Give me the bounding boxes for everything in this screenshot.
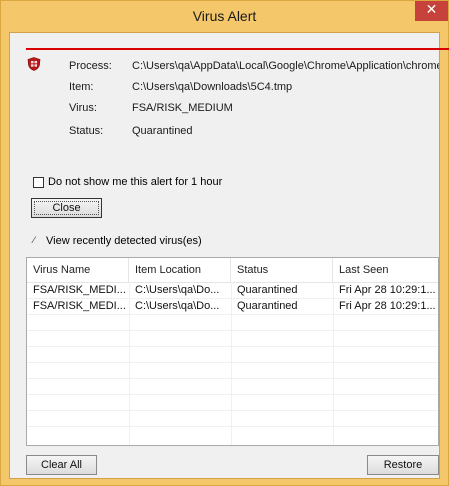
window-close-button[interactable]: ✕ — [415, 1, 448, 21]
status-label: Status: — [69, 125, 104, 137]
process-value: C:\Users\qa\AppData\Local\Google\Chrome\… — [132, 60, 439, 72]
shield-icon — [27, 57, 41, 71]
clear-all-button[interactable]: Clear All — [26, 455, 97, 475]
view-recent-label: View recently detected virus(es) — [46, 235, 202, 247]
grid-line — [27, 346, 438, 347]
cell-status: Quarantined — [237, 300, 298, 312]
table-row[interactable]: FSA/RISK_MEDI... C:\Users\qa\Do... Quara… — [27, 282, 438, 298]
restore-button[interactable]: Restore — [367, 455, 439, 475]
cell-virus-name: FSA/RISK_MEDI... — [33, 284, 126, 296]
cell-item-location: C:\Users\qa\Do... — [135, 284, 220, 296]
item-label: Item: — [69, 81, 94, 93]
view-recent-toggle[interactable]: ⁄ View recently detected virus(es) — [33, 234, 202, 248]
column-header-last-seen[interactable]: Last Seen — [333, 258, 438, 282]
cell-item-location: C:\Users\qa\Do... — [135, 300, 220, 312]
cell-last-seen: Fri Apr 28 10:29:1... — [339, 300, 436, 312]
grid-line — [27, 378, 438, 379]
column-header-status[interactable]: Status — [231, 258, 333, 282]
process-label: Process: — [69, 60, 112, 72]
title-bar[interactable]: Virus Alert ✕ — [1, 1, 448, 32]
virus-value: FSA/RISK_MEDIUM — [132, 102, 233, 114]
list-header: Virus Name Item Location Status Last See… — [27, 258, 438, 283]
grid-line — [27, 330, 438, 331]
column-header-virus-name[interactable]: Virus Name — [27, 258, 129, 282]
column-header-item-location[interactable]: Item Location — [129, 258, 231, 282]
cell-last-seen: Fri Apr 28 10:29:1... — [339, 284, 436, 296]
cell-status: Quarantined — [237, 284, 298, 296]
suppress-alert-label: Do not show me this alert for 1 hour — [48, 176, 223, 188]
alert-divider — [26, 48, 449, 50]
expand-toggle-icon[interactable]: ⁄ — [33, 234, 41, 248]
cell-virus-name: FSA/RISK_MEDI... — [33, 300, 126, 312]
window-title: Virus Alert — [192, 8, 257, 24]
grid-line — [27, 394, 438, 395]
suppress-alert-option[interactable]: Do not show me this alert for 1 hour — [33, 175, 222, 189]
suppress-alert-checkbox[interactable] — [33, 176, 44, 188]
close-button[interactable]: Close — [31, 198, 102, 218]
item-value: C:\Users\qa\Downloads\5C4.tmp — [132, 81, 293, 93]
detected-virus-list[interactable]: Virus Name Item Location Status Last See… — [26, 257, 439, 446]
grid-line — [27, 362, 438, 363]
virus-alert-window: Virus Alert ✕ Process: C:\Users\qa\AppDa… — [0, 0, 449, 486]
virus-label: Virus: — [69, 102, 97, 114]
grid-line — [27, 426, 438, 427]
grid-line — [27, 314, 438, 315]
table-row[interactable]: FSA/RISK_MEDI... C:\Users\qa\Do... Quara… — [27, 298, 438, 314]
status-value: Quarantined — [132, 125, 193, 137]
dialog-body: Process: C:\Users\qa\AppData\Local\Googl… — [9, 32, 449, 479]
grid-line — [27, 410, 438, 411]
